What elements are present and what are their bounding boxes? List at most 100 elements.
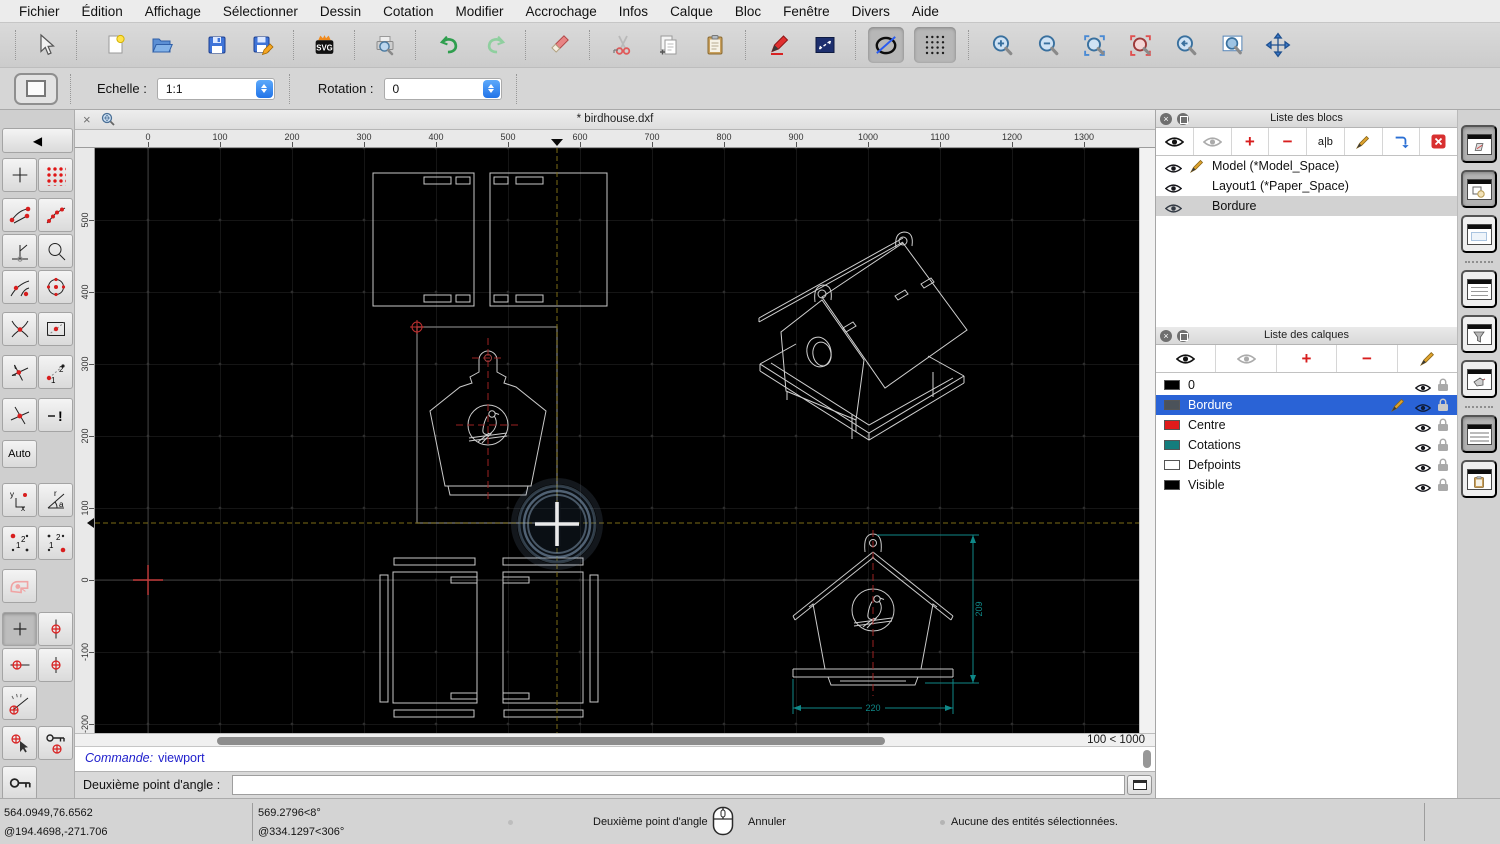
- detach-panel-icon[interactable]: [1177, 330, 1189, 342]
- new-document-button[interactable]: [98, 27, 134, 63]
- zoom-window-button[interactable]: [1214, 27, 1250, 63]
- snap-intersection-button[interactable]: [2, 312, 37, 346]
- corner-point-2-button[interactable]: 12: [38, 526, 73, 560]
- add-block-button[interactable]: +: [1232, 128, 1270, 155]
- snap-tangent-button[interactable]: [2, 270, 37, 304]
- layer-color-swatch[interactable]: [1164, 400, 1180, 410]
- measure-distance-button[interactable]: [807, 27, 843, 63]
- block-row[interactable]: Model (*Model_Space): [1156, 156, 1457, 176]
- menu-item-bloc[interactable]: Bloc: [724, 4, 772, 19]
- selection-filter-dock-button[interactable]: [1461, 315, 1497, 353]
- show-all-layers-button[interactable]: [1156, 345, 1216, 372]
- show-all-blocks-button[interactable]: [1156, 128, 1194, 155]
- snap-endpoints-button[interactable]: [2, 198, 37, 232]
- zoom-previous-button[interactable]: [1168, 27, 1204, 63]
- snap-restrict-off-button[interactable]: !: [38, 398, 73, 432]
- layer-color-swatch[interactable]: [1164, 440, 1180, 450]
- relative-zero-key-button[interactable]: [2, 766, 37, 800]
- menu-item-fentre[interactable]: Fenêtre: [772, 4, 841, 19]
- rotation-combobox[interactable]: 0: [384, 78, 502, 100]
- layer-row[interactable]: 0: [1156, 375, 1457, 395]
- layer-row[interactable]: Cotations: [1156, 435, 1457, 455]
- visibility-eye-icon[interactable]: [1415, 479, 1431, 499]
- zoom-in-button[interactable]: [984, 27, 1020, 63]
- lock-relative-zero-button[interactable]: [38, 726, 73, 760]
- snap-grid-button[interactable]: [38, 158, 73, 192]
- snap-auto-button[interactable]: Auto: [2, 440, 37, 468]
- block-row[interactable]: Bordure: [1156, 196, 1457, 216]
- snap-middle-button[interactable]: [38, 312, 73, 346]
- scrollbar-thumb[interactable]: [1143, 750, 1151, 768]
- menu-item-modifier[interactable]: Modifier: [444, 4, 514, 19]
- snap-intersection-manual-button[interactable]: [2, 398, 37, 432]
- cut-button[interactable]: [605, 27, 641, 63]
- remove-block-button[interactable]: −: [1269, 128, 1307, 155]
- menu-item-dessin[interactable]: Dessin: [309, 4, 372, 19]
- restrict-nothing-button[interactable]: [2, 612, 37, 646]
- paste-button[interactable]: [697, 27, 733, 63]
- close-panel-icon[interactable]: ×: [1160, 113, 1172, 125]
- redo-button[interactable]: [477, 27, 513, 63]
- layer-row[interactable]: Bordure: [1156, 395, 1457, 415]
- command-line-dock-button[interactable]: [1461, 415, 1497, 453]
- clipboard-dock-button[interactable]: [1461, 460, 1497, 498]
- property-editor-dock-button[interactable]: [1461, 270, 1497, 308]
- layer-row[interactable]: Defpoints: [1156, 455, 1457, 475]
- rename-block-button[interactable]: a|b: [1307, 128, 1345, 155]
- scale-combobox[interactable]: 1:1: [157, 78, 275, 100]
- print-preview-button[interactable]: [367, 27, 403, 63]
- select-tool-button[interactable]: [28, 27, 64, 63]
- scrollbar-thumb[interactable]: [217, 737, 885, 745]
- back-button[interactable]: ◀: [2, 128, 73, 153]
- svg-export-button[interactable]: SVG: [306, 27, 342, 63]
- keyboard-toggle-button[interactable]: [1127, 775, 1152, 795]
- menu-item-fichier[interactable]: Fichier: [8, 4, 71, 19]
- insert-block-button[interactable]: [1383, 128, 1421, 155]
- remove-layer-button[interactable]: −: [1337, 345, 1397, 372]
- snap-on-entity-button[interactable]: [38, 234, 73, 268]
- menu-item-aide[interactable]: Aide: [901, 4, 950, 19]
- open-file-button[interactable]: [144, 27, 180, 63]
- delete-eraser-button[interactable]: [541, 27, 577, 63]
- undo-button[interactable]: [431, 27, 467, 63]
- menu-item-slectionner[interactable]: Sélectionner: [212, 4, 309, 19]
- visibility-eye-icon[interactable]: [1165, 200, 1182, 220]
- stepper-icon[interactable]: [256, 80, 273, 98]
- vertical-scrollbar[interactable]: [1139, 148, 1155, 733]
- layer-color-swatch[interactable]: [1164, 420, 1180, 430]
- layer-color-swatch[interactable]: [1164, 380, 1180, 390]
- block-row[interactable]: Layout1 (*Paper_Space): [1156, 176, 1457, 196]
- snap-center-button[interactable]: [38, 270, 73, 304]
- snap-free-button[interactable]: [2, 158, 37, 192]
- zoom-selection-button[interactable]: [1122, 27, 1158, 63]
- menu-item-dition[interactable]: Édition: [71, 4, 134, 19]
- corner-point-1-button[interactable]: 12: [2, 526, 37, 560]
- snap-points-on-entity-button[interactable]: [38, 198, 73, 232]
- save-button[interactable]: [199, 27, 235, 63]
- layer-color-swatch[interactable]: [1164, 480, 1180, 490]
- layer-list-dock-button[interactable]: [1461, 170, 1497, 208]
- command-input[interactable]: [232, 775, 1125, 795]
- grid-toggle-button[interactable]: [914, 27, 956, 63]
- viewport-tool-button[interactable]: [14, 73, 58, 105]
- menu-item-infos[interactable]: Infos: [608, 4, 659, 19]
- edit-block-button[interactable]: [1345, 128, 1383, 155]
- restrict-horizontal-button[interactable]: [2, 648, 37, 682]
- hide-all-blocks-button[interactable]: [1194, 128, 1232, 155]
- add-layer-button[interactable]: +: [1277, 345, 1337, 372]
- menu-item-divers[interactable]: Divers: [841, 4, 901, 19]
- draw-pencil-button[interactable]: [761, 27, 797, 63]
- stepper-icon[interactable]: [483, 80, 500, 98]
- edit-layer-button[interactable]: [1398, 345, 1457, 372]
- horizontal-scrollbar[interactable]: 100 < 1000: [75, 733, 1155, 747]
- restrict-angle-button[interactable]: [2, 686, 37, 720]
- drawing-canvas[interactable]: 220 209: [95, 148, 1139, 733]
- menu-item-affichage[interactable]: Affichage: [134, 4, 212, 19]
- coordinate-cartesian-button[interactable]: yx: [2, 483, 37, 517]
- block-list-dock-button[interactable]: [1461, 125, 1497, 163]
- coordinate-polar-button[interactable]: ra: [38, 483, 73, 517]
- pan-button[interactable]: [1260, 27, 1296, 63]
- save-as-button[interactable]: [245, 27, 281, 63]
- purge-block-button[interactable]: [1420, 128, 1457, 155]
- close-panel-icon[interactable]: ×: [1160, 330, 1172, 342]
